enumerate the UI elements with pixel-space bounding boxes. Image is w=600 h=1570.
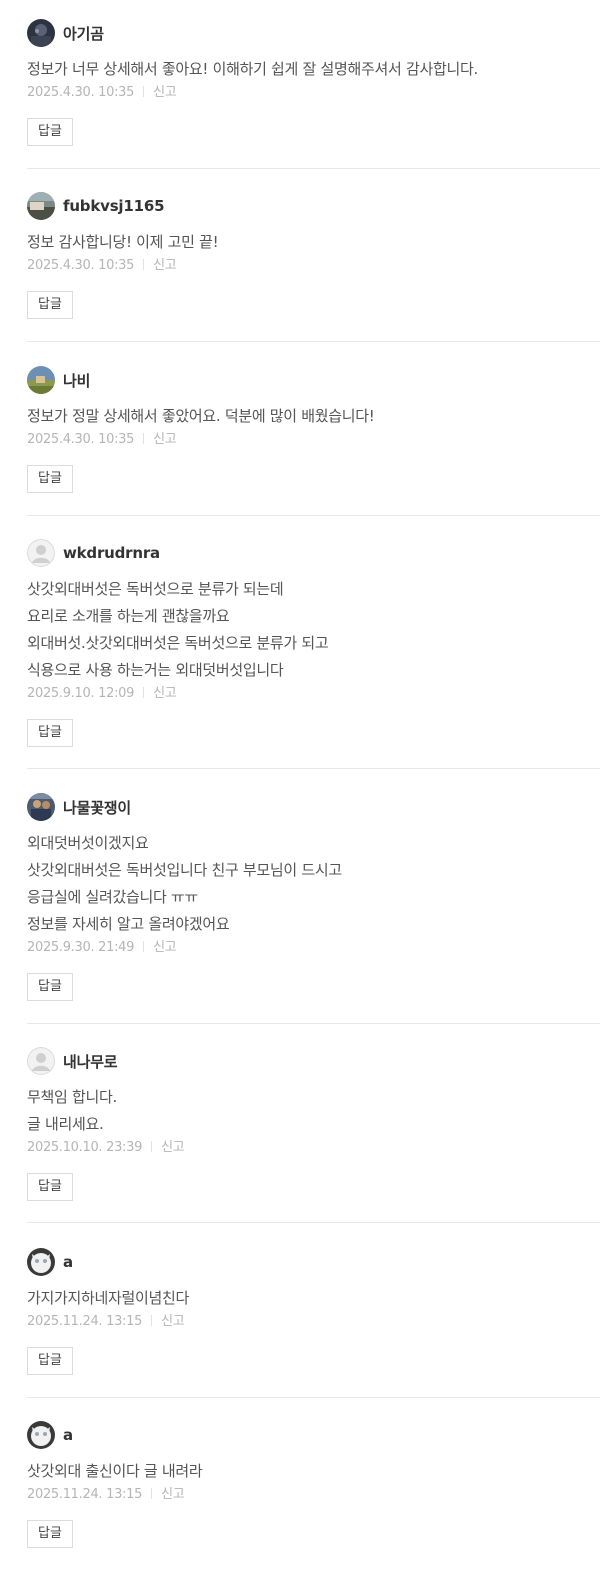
comment-text-line: 무책임 합니다. — [27, 1088, 117, 1106]
avatar[interactable] — [27, 1047, 55, 1075]
report-link[interactable]: 신고 — [161, 1314, 185, 1329]
comment-date: 2025.11.24. 13:15 — [27, 1487, 143, 1502]
author-name[interactable]: 아기곰 — [63, 23, 104, 44]
comment-date: 2025.4.30. 10:35 — [27, 432, 135, 447]
comment-body: 정보가 너무 상세해서 좋아요! 이해하기 쉽게 잘 설명해주셔서 감사합니다.… — [27, 56, 600, 146]
reply-button[interactable]: 답글 — [27, 719, 73, 747]
author-name[interactable]: 나비 — [63, 370, 90, 391]
comment-text-line: 외대버섯.삿갓외대버섯은 독버섯으로 분류가 되고 — [27, 634, 329, 652]
comment-text-line: 정보 감사합니당! 이제 고민 끝! — [27, 233, 219, 251]
report-link[interactable]: 신고 — [153, 940, 177, 955]
comment-divider — [27, 768, 600, 769]
comment-meta: 2025.4.30. 10:35 신고 — [27, 83, 600, 103]
comment-text-line: 정보를 자세히 알고 올려야겠어요 — [27, 915, 230, 933]
comment-meta: 2025.10.10. 23:39 신고 — [27, 1138, 600, 1158]
comment-date: 2025.9.10. 12:09 — [27, 686, 135, 701]
comment-date: 2025.11.24. 13:15 — [27, 1314, 143, 1329]
comment-text-line: 식용으로 사용 하는거는 외대덧버섯입니다 — [27, 661, 284, 679]
meta-divider — [151, 1141, 153, 1152]
reply-button[interactable]: 답글 — [27, 973, 73, 1001]
avatar[interactable] — [27, 19, 55, 47]
comment-text-line: 정보가 너무 상세해서 좋아요! 이해하기 쉽게 잘 설명해주셔서 감사합니다. — [27, 60, 478, 78]
meta-divider — [143, 941, 145, 952]
comment-divider — [27, 168, 600, 169]
comment-text-line: 요리로 소개를 하는게 괜찮을까요 — [27, 607, 230, 625]
comment-author: wkdrudrnra — [27, 539, 160, 567]
comment-body: 정보 감사합니당! 이제 고민 끝! 2025.4.30. 10:35 신고답글 — [27, 229, 600, 319]
meta-divider — [151, 1315, 153, 1326]
comment-author: 아기곰 — [27, 19, 104, 47]
reply-button[interactable]: 답글 — [27, 1520, 73, 1548]
avatar[interactable] — [27, 1421, 55, 1449]
avatar[interactable] — [27, 793, 55, 821]
comment-body: 가지가지하네자럴이념친다 2025.11.24. 13:15 신고답글 — [27, 1285, 600, 1375]
report-link[interactable]: 신고 — [153, 258, 177, 273]
comment-text-line: 삿갓외대 출신이다 글 내려라 — [27, 1462, 203, 1480]
comment-body: 정보가 정말 상세해서 좋았어요. 덕분에 많이 배웠습니다! 2025.4.30… — [27, 403, 600, 493]
reply-button[interactable]: 답글 — [27, 291, 73, 319]
avatar[interactable] — [27, 539, 55, 567]
comment-meta: 2025.9.30. 21:49 신고 — [27, 938, 600, 958]
author-name[interactable]: 나물꽃쟁이 — [63, 797, 131, 818]
report-link[interactable]: 신고 — [153, 686, 177, 701]
author-name[interactable]: fubkvsj1165 — [63, 197, 165, 215]
avatar[interactable] — [27, 192, 55, 220]
comment-date: 2025.4.30. 10:35 — [27, 85, 135, 100]
meta-divider — [143, 259, 145, 270]
author-name[interactable]: 내나무로 — [63, 1051, 118, 1072]
comment-text-line: 글 내리세요. — [27, 1115, 104, 1133]
comment-meta: 2025.11.24. 13:15 신고 — [27, 1485, 600, 1505]
report-link[interactable]: 신고 — [153, 85, 177, 100]
meta-divider — [143, 86, 145, 97]
author-name[interactable]: wkdrudrnra — [63, 544, 160, 562]
comment-body: 삿갓외대 출신이다 글 내려라 2025.11.24. 13:15 신고답글 — [27, 1458, 600, 1548]
comment-body: 삿갓외대버섯은 독버섯으로 분류가 되는데요리로 소개를 하는게 괜찮을까요외대… — [27, 576, 600, 747]
reply-button[interactable]: 답글 — [27, 1347, 73, 1375]
comment-author: 내나무로 — [27, 1047, 118, 1075]
meta-divider — [143, 687, 145, 698]
comment-text-line: 정보가 정말 상세해서 좋았어요. 덕분에 많이 배웠습니다! — [27, 407, 375, 425]
comment-text-line: 가지가지하네자럴이념친다 — [27, 1289, 190, 1307]
comment-date: 2025.4.30. 10:35 — [27, 258, 135, 273]
comment-divider — [27, 341, 600, 342]
comment-text-line: 삿갓외대버섯은 독버섯으로 분류가 되는데 — [27, 580, 284, 598]
comment-author: fubkvsj1165 — [27, 192, 165, 220]
comment-meta: 2025.11.24. 13:15 신고 — [27, 1312, 600, 1332]
avatar[interactable] — [27, 366, 55, 394]
comment-meta: 2025.4.30. 10:35 신고 — [27, 256, 600, 276]
comment-meta: 2025.9.10. 12:09 신고 — [27, 684, 600, 704]
comment-divider — [27, 1023, 600, 1024]
comment-date: 2025.9.30. 21:49 — [27, 940, 135, 955]
report-link[interactable]: 신고 — [161, 1487, 185, 1502]
comment-author: 나물꽃쟁이 — [27, 793, 131, 821]
author-name[interactable]: a — [63, 1253, 73, 1271]
meta-divider — [151, 1488, 153, 1499]
reply-button[interactable]: 답글 — [27, 465, 73, 493]
report-link[interactable]: 신고 — [161, 1140, 185, 1155]
comment-body: 외대덧버섯이겠지요삿갓외대버섯은 독버섯입니다 친구 부모님이 드시고응급실에 … — [27, 830, 600, 1001]
comment-author: a — [27, 1248, 73, 1276]
comment-divider — [27, 1397, 600, 1398]
meta-divider — [143, 433, 145, 444]
comment-date: 2025.10.10. 23:39 — [27, 1140, 143, 1155]
avatar[interactable] — [27, 1248, 55, 1276]
comment-text-line: 응급실에 실려갔습니다 ㅠㅠ — [27, 888, 198, 906]
reply-button[interactable]: 답글 — [27, 1173, 73, 1201]
comment-author: a — [27, 1421, 73, 1449]
comment-text-line: 외대덧버섯이겠지요 — [27, 834, 149, 852]
comment-author: 나비 — [27, 366, 90, 394]
comment-body: 무책임 합니다. 글 내리세요. 2025.10.10. 23:39 신고답글 — [27, 1084, 600, 1201]
comment-divider — [27, 515, 600, 516]
comment-meta: 2025.4.30. 10:35 신고 — [27, 430, 600, 450]
author-name[interactable]: a — [63, 1426, 73, 1444]
report-link[interactable]: 신고 — [153, 432, 177, 447]
reply-button[interactable]: 답글 — [27, 118, 73, 146]
comment-text-line: 삿갓외대버섯은 독버섯입니다 친구 부모님이 드시고 — [27, 861, 342, 879]
comment-divider — [27, 1222, 600, 1223]
